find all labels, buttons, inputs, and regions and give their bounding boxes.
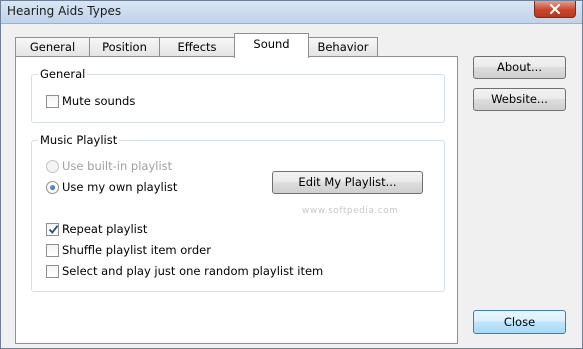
music-playlist-group-label: Music Playlist xyxy=(38,133,120,147)
close-icon xyxy=(550,4,560,14)
tab-panel-sound: General Mute sounds Music Playlist Use b… xyxy=(15,56,458,344)
window-close-button[interactable] xyxy=(534,1,576,18)
tab-sound[interactable]: Sound xyxy=(234,33,309,58)
use-builtin-playlist-label[interactable]: Use built-in playlist xyxy=(62,159,172,173)
random-one-item-label[interactable]: Select and play just one random playlist… xyxy=(62,264,323,278)
tab-behavior[interactable]: Behavior xyxy=(308,37,378,57)
general-group: General Mute sounds xyxy=(31,67,445,123)
shuffle-playlist-label[interactable]: Shuffle playlist item order xyxy=(62,243,211,257)
radio-selected-dot xyxy=(50,185,55,190)
repeat-playlist-label[interactable]: Repeat playlist xyxy=(62,222,147,236)
music-playlist-group: Music Playlist Use built-in playlist Use… xyxy=(31,133,445,292)
edit-my-playlist-button[interactable]: Edit My Playlist... xyxy=(272,171,423,194)
use-own-playlist-label[interactable]: Use my own playlist xyxy=(62,180,177,194)
mute-sounds-checkbox[interactable] xyxy=(46,95,59,108)
tab-general[interactable]: General xyxy=(15,37,90,57)
repeat-playlist-checkbox[interactable] xyxy=(46,223,59,236)
mute-sounds-label[interactable]: Mute sounds xyxy=(62,94,135,108)
close-button[interactable]: Close xyxy=(473,310,566,334)
general-group-label: General xyxy=(38,67,88,81)
softpedia-watermark: www.softpedia.com xyxy=(302,206,399,216)
window-title: Hearing Aids Types xyxy=(7,4,122,18)
title-bar[interactable]: Hearing Aids Types xyxy=(1,1,582,24)
random-one-item-checkbox[interactable] xyxy=(46,265,59,278)
use-own-playlist-radio[interactable] xyxy=(46,181,59,194)
checkmark-icon xyxy=(48,225,59,234)
tab-effects[interactable]: Effects xyxy=(159,37,235,57)
website-button[interactable]: Website... xyxy=(473,88,566,111)
about-button[interactable]: About... xyxy=(473,56,566,79)
shuffle-playlist-checkbox[interactable] xyxy=(46,244,59,257)
use-builtin-playlist-radio[interactable] xyxy=(46,160,59,173)
dialog-window: Hearing Aids Types General Position Effe… xyxy=(0,0,583,349)
tab-position[interactable]: Position xyxy=(89,37,160,57)
